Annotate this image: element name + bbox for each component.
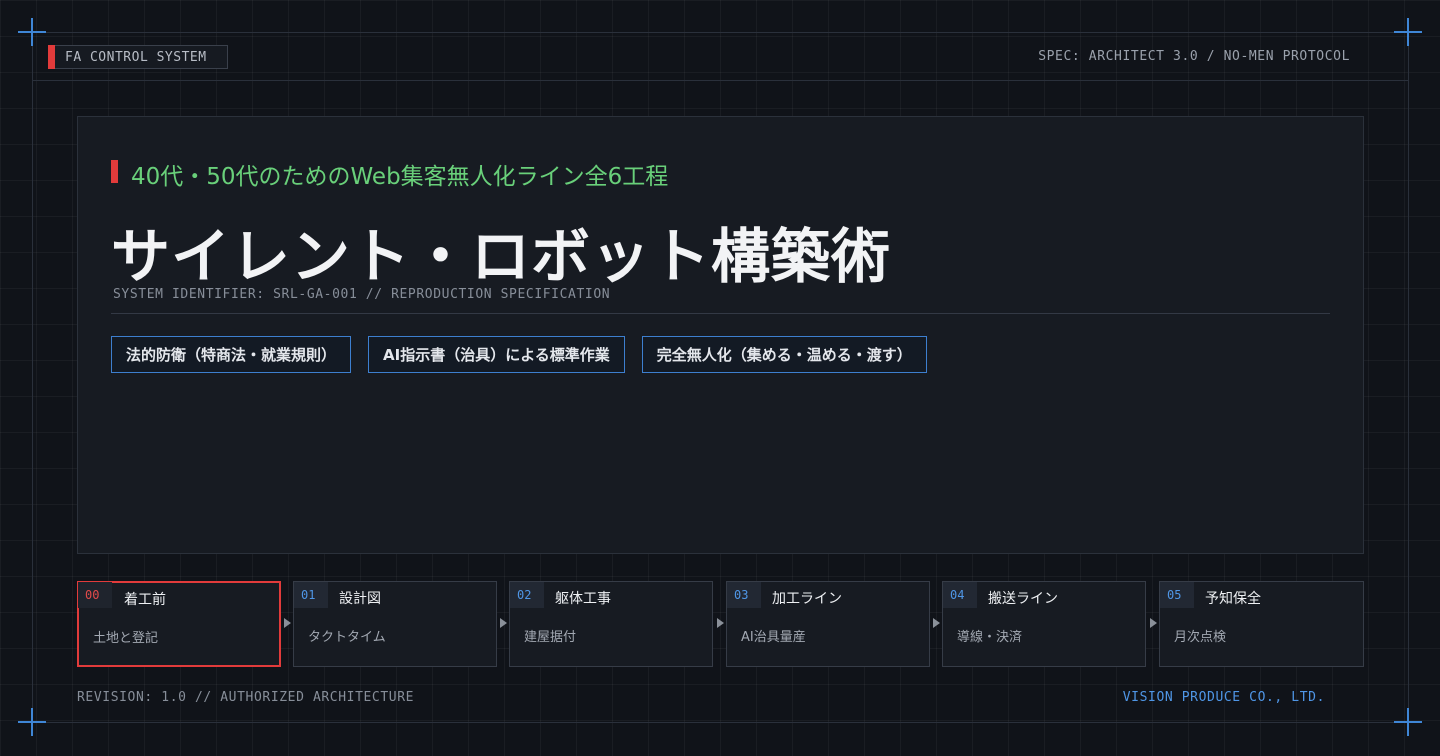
feature-tag-automation: 完全無人化（集める・温める・渡す）: [641, 336, 927, 373]
step-card-00[interactable]: 00 着工前 土地と登記: [77, 581, 281, 667]
hero-title: サイレント・ロボット構築術: [111, 222, 892, 291]
crosshair-icon: [1394, 708, 1422, 736]
frame-guide-top-outer: [32, 32, 1408, 33]
hero-subtitle: 40代・50代のためのWeb集客無人化ライン全6工程: [131, 164, 669, 190]
frame-guide-top: [32, 80, 1408, 81]
step-description: 土地と登記: [93, 631, 159, 646]
step-card-01[interactable]: 01 設計図 タクトタイム: [293, 581, 497, 667]
step-card-04[interactable]: 04 搬送ライン 導線・決済: [942, 581, 1146, 667]
process-steps: 00 着工前 土地と登記 01 設計図 タクトタイム 02 躯体工事 建屋据付 …: [77, 581, 1364, 667]
step-description: 導線・決済: [957, 630, 1023, 645]
system-label-badge: FA CONTROL SYSTEM: [48, 45, 228, 69]
step-number: 05: [1160, 582, 1194, 608]
frame-guide-bottom: [32, 722, 1408, 723]
accent-bar: [48, 45, 55, 69]
step-number: 03: [727, 582, 761, 608]
spec-text: SPEC: ARCHITECT 3.0 / NO-MEN PROTOCOL: [1038, 49, 1350, 64]
crosshair-icon: [18, 18, 46, 46]
step-description: 月次点検: [1174, 630, 1227, 645]
step-number: 04: [943, 582, 977, 608]
step-name: 躯体工事: [555, 591, 611, 607]
step-name: 加工ライン: [772, 591, 842, 607]
company-name: VISION PRODUCE CO., LTD.: [1122, 690, 1325, 705]
step-number: 00: [78, 582, 112, 608]
hero-panel: 40代・50代のためのWeb集客無人化ライン全6工程 サイレント・ロボット構築術…: [77, 116, 1364, 554]
arrow-right-icon: [933, 618, 940, 628]
revision-text: REVISION: 1.0 // AUTHORIZED ARCHITECTURE: [77, 690, 415, 705]
step-name: 設計図: [339, 591, 381, 607]
crosshair-icon: [1394, 18, 1422, 46]
frame-guide-left: [32, 32, 33, 724]
subtitle-row: 40代・50代のためのWeb集客無人化ライン全6工程: [111, 157, 668, 191]
step-description: タクトタイム: [308, 630, 386, 645]
divider: [111, 313, 1330, 314]
arrow-right-icon: [500, 618, 507, 628]
step-number: 01: [294, 582, 328, 608]
step-number: 02: [510, 582, 544, 608]
system-identifier: SYSTEM IDENTIFIER: SRL-GA-001 // REPRODU…: [113, 287, 611, 302]
step-name: 着工前: [124, 592, 166, 608]
accent-bar: [111, 159, 118, 183]
feature-tag-legal: 法的防衛（特商法・就業規則）: [111, 336, 352, 373]
step-card-02[interactable]: 02 躯体工事 建屋据付: [509, 581, 713, 667]
frame-guide-right: [1408, 32, 1409, 724]
system-label: FA CONTROL SYSTEM: [65, 49, 207, 65]
step-name: 搬送ライン: [988, 591, 1058, 607]
arrow-right-icon: [1150, 618, 1157, 628]
step-card-05[interactable]: 05 予知保全 月次点検: [1159, 581, 1364, 667]
step-description: 建屋据付: [524, 630, 577, 645]
arrow-right-icon: [284, 618, 291, 628]
feature-tag-ai: AI指示書（治具）による標準作業: [368, 336, 625, 373]
step-card-03[interactable]: 03 加工ライン AI治具量産: [726, 581, 930, 667]
crosshair-icon: [18, 708, 46, 736]
feature-tags: 法的防衛（特商法・就業規則） AI指示書（治具）による標準作業 完全無人化（集め…: [111, 336, 927, 373]
step-name: 予知保全: [1205, 591, 1261, 607]
arrow-right-icon: [717, 618, 724, 628]
step-description: AI治具量産: [741, 630, 806, 645]
